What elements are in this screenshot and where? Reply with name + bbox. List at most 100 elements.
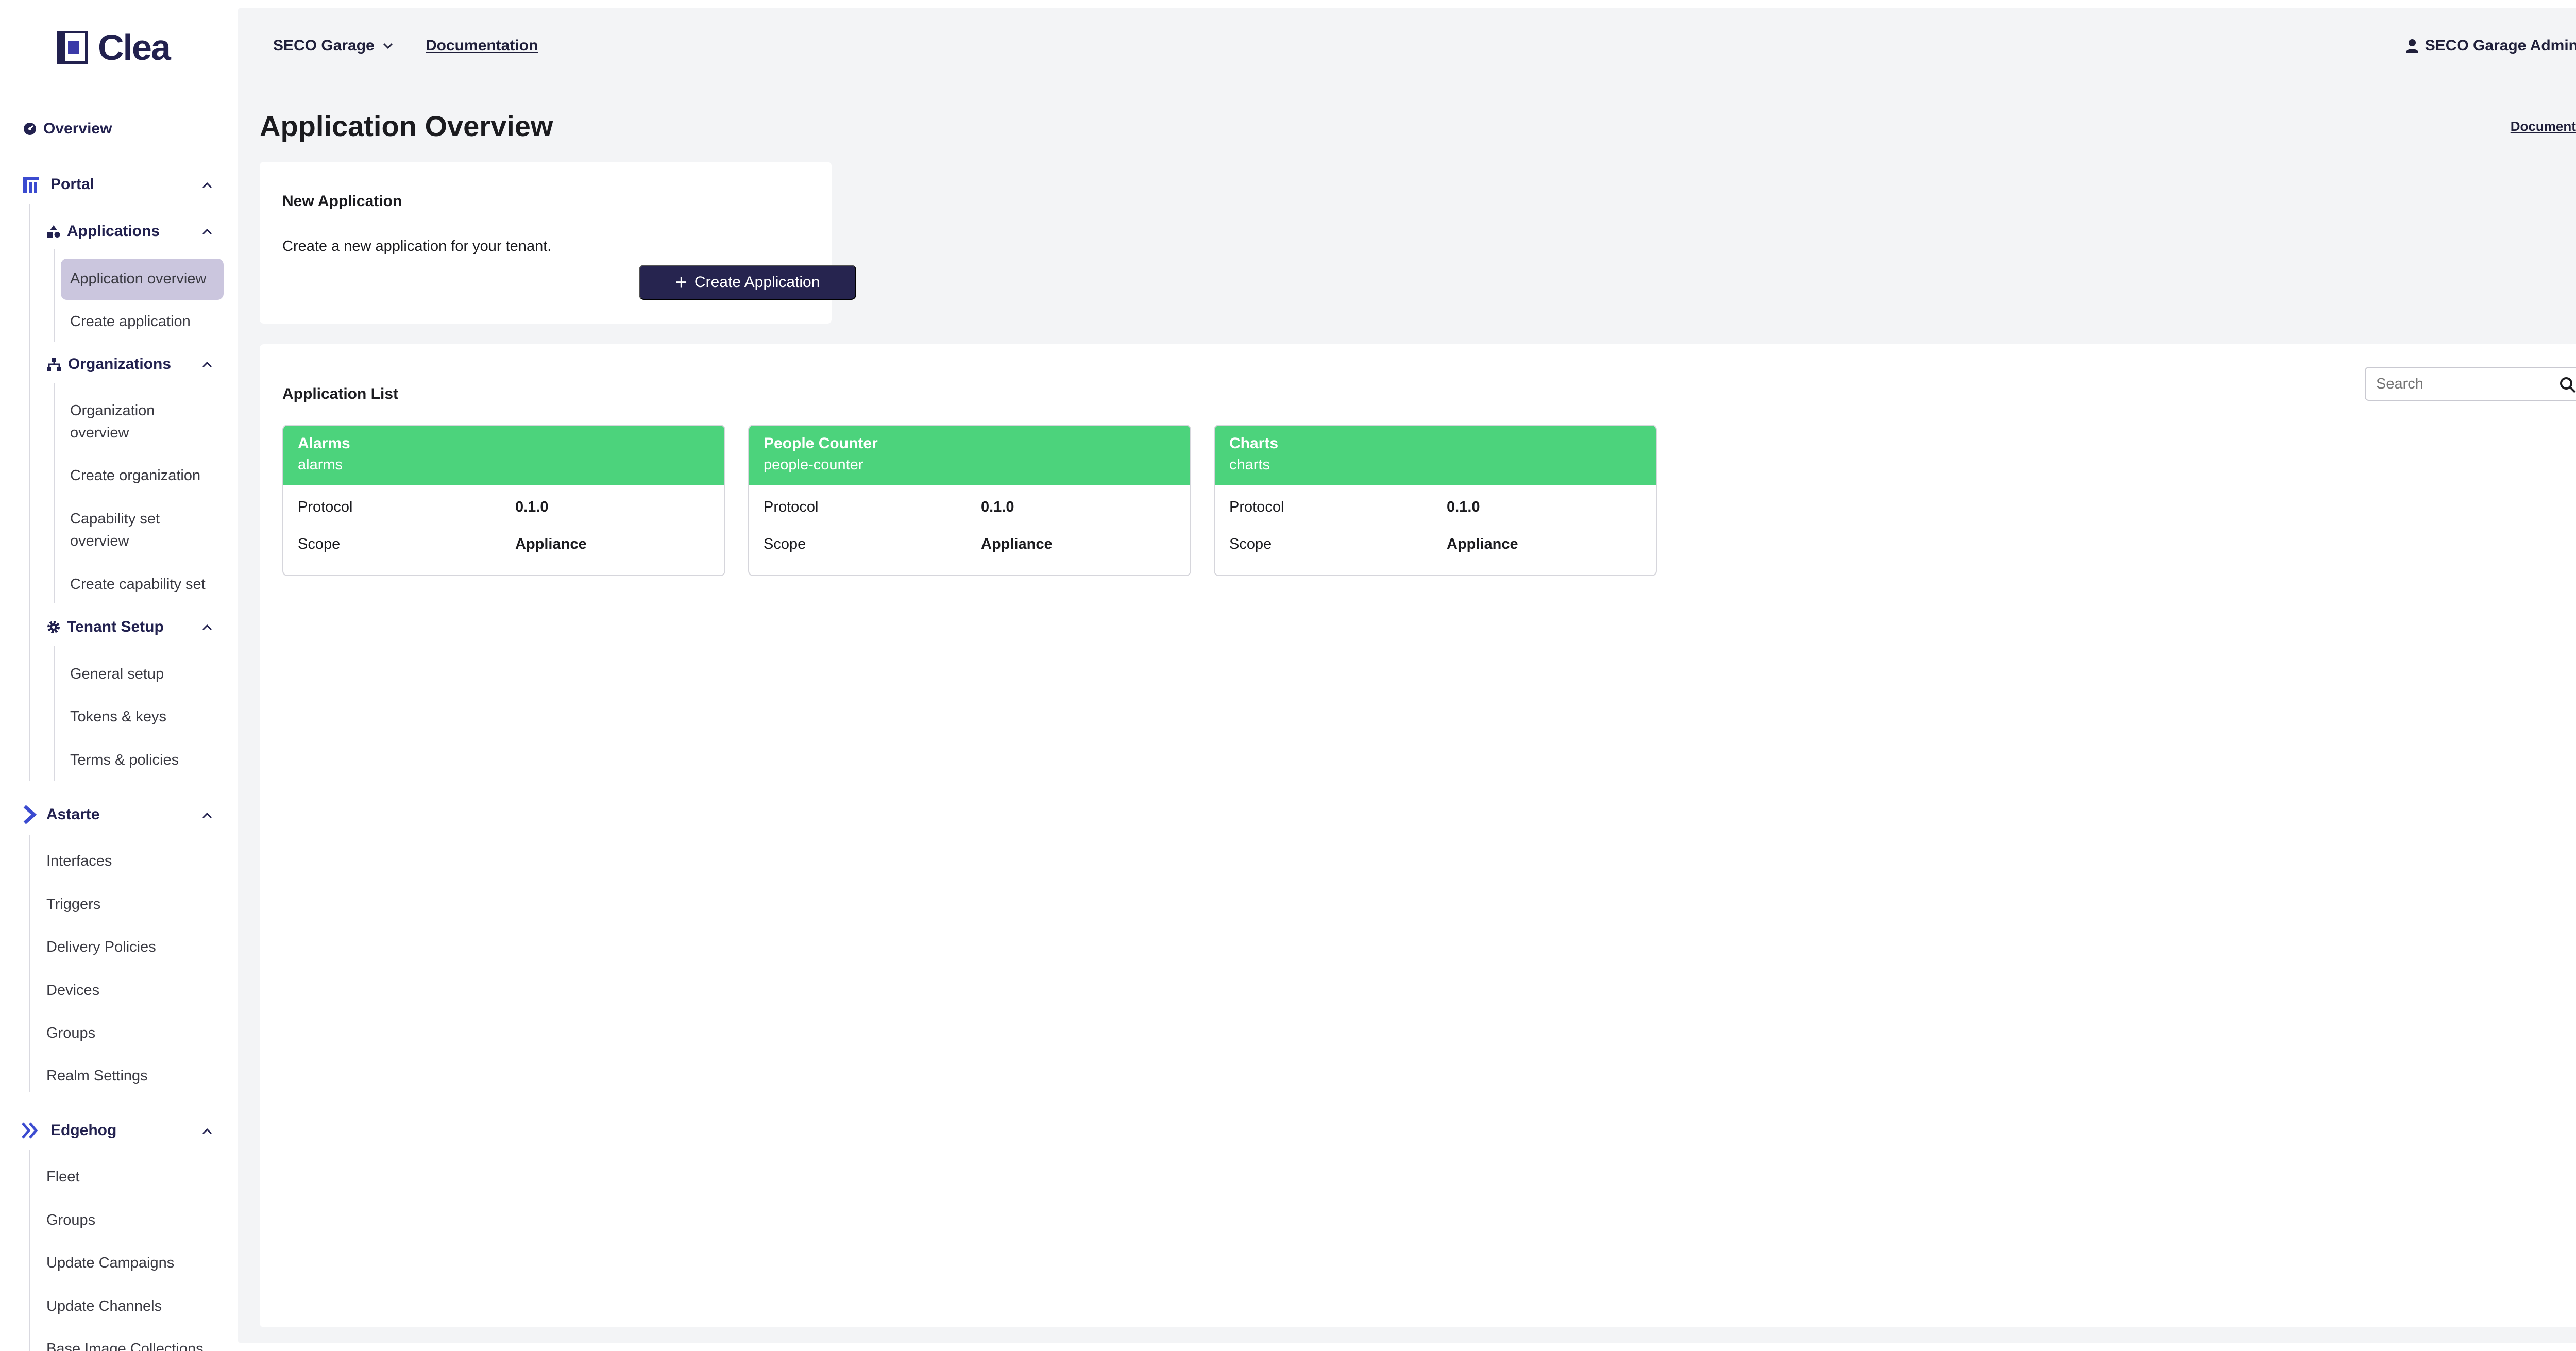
sidebar-section-tenant-setup[interactable]: Tenant Setup: [46, 618, 164, 636]
protocol-label: Protocol: [298, 499, 353, 515]
user-icon: [2405, 39, 2418, 53]
sidebar-item-groups[interactable]: Groups: [46, 1022, 95, 1044]
application-card-header: Alarms alarms: [283, 426, 724, 485]
tenant-selector[interactable]: SECO Garage: [273, 37, 394, 55]
astarte-icon: [22, 805, 37, 824]
sidebar-item-general-setup[interactable]: General setup: [70, 663, 164, 685]
sidebar-item-tokens-keys[interactable]: Tokens & keys: [70, 706, 166, 728]
sidebar-item-create-organization[interactable]: Create organization: [70, 465, 200, 487]
application-card[interactable]: Charts charts Protocol 0.1.0 Scope Appli…: [1214, 425, 1657, 576]
page-title: Application Overview: [260, 110, 553, 142]
card-description: Create a new application for your tenant…: [282, 238, 552, 255]
chevron-up-icon[interactable]: [197, 175, 217, 196]
card-title: Application List: [282, 385, 398, 402]
sidebar-item-application-overview[interactable]: Application overview: [70, 268, 206, 290]
sidebar-item-label: Tenant Setup: [67, 618, 164, 635]
application-card[interactable]: Alarms alarms Protocol 0.1.0 Scope Appli…: [282, 425, 725, 576]
sidebar-item-create-capability-set[interactable]: Create capability set: [70, 573, 206, 596]
protocol-label: Protocol: [764, 499, 819, 515]
tenant-name: SECO Garage: [273, 37, 375, 54]
clea-logo-icon: [57, 31, 88, 64]
scope-label: Scope: [298, 536, 341, 552]
application-name: Alarms: [298, 435, 350, 452]
edgehog-tree-line: [29, 1150, 30, 1351]
sidebar-item-devices[interactable]: Devices: [46, 980, 99, 1002]
sidebar-item-label: Overview: [43, 120, 112, 137]
sidebar-item-interfaces[interactable]: Interfaces: [46, 850, 112, 872]
application-slug: alarms: [298, 457, 343, 473]
logo[interactable]: Clea: [57, 27, 171, 67]
documentation-link[interactable]: Documentation: [426, 37, 538, 55]
sidebar-section-applications[interactable]: Applications: [46, 223, 160, 240]
sidebar-item-overview[interactable]: Overview: [23, 120, 112, 138]
card-title: New Application: [282, 193, 402, 210]
tenant-setup-tree-line: [54, 646, 55, 781]
protocol-value: 0.1.0: [981, 499, 1014, 515]
sidebar-section-portal[interactable]: Portal: [22, 175, 94, 194]
sitemap-icon: [46, 357, 62, 371]
sidebar-item-label: Applications: [67, 223, 160, 240]
scope-value: Appliance: [1447, 536, 1518, 552]
astarte-tree-line: [29, 835, 30, 1092]
sidebar-item-realm-settings[interactable]: Realm Settings: [46, 1065, 148, 1087]
gear-icon: [46, 620, 61, 634]
sidebar-item-delivery-policies[interactable]: Delivery Policies: [46, 936, 156, 958]
organizations-tree-line: [54, 383, 55, 603]
search-icon[interactable]: [2558, 376, 2576, 394]
sidebar-item-terms-policies[interactable]: Terms & policies: [70, 749, 179, 771]
search-field[interactable]: [2365, 367, 2576, 401]
top-bar: SECO Garage Documentation SECO Garage Ad…: [238, 8, 2576, 86]
button-label: Create Application: [694, 274, 820, 291]
edgehog-icon: [21, 1121, 41, 1140]
sidebar-section-edgehog[interactable]: Edgehog: [21, 1121, 116, 1140]
sidebar-item-label: Astarte: [46, 806, 100, 823]
sidebar-item-label: Portal: [50, 176, 95, 193]
scope-label: Scope: [1229, 536, 1272, 552]
create-application-button[interactable]: + Create Application: [639, 265, 856, 300]
chevron-up-icon[interactable]: [197, 805, 217, 826]
page-documentation-link[interactable]: Documentation: [2511, 119, 2576, 134]
protocol-value: 0.1.0: [1447, 499, 1480, 515]
protocol-value: 0.1.0: [515, 499, 549, 515]
main-content: SECO Garage Documentation SECO Garage Ad…: [238, 8, 2576, 1343]
search-input[interactable]: [2376, 373, 2551, 395]
chevron-up-icon[interactable]: [197, 617, 217, 638]
protocol-label: Protocol: [1229, 499, 1284, 515]
application-name: Charts: [1229, 435, 1279, 452]
chevron-up-icon[interactable]: [197, 222, 217, 242]
sidebar-item-label: Edgehog: [50, 1122, 117, 1139]
chevron-up-icon[interactable]: [197, 1121, 217, 1142]
sidebar: Clea Overview Portal Applications Applic…: [0, 0, 238, 1351]
scope-value: Appliance: [981, 536, 1053, 552]
application-slug: charts: [1229, 457, 1270, 473]
brand-name: Clea: [98, 27, 171, 67]
sidebar-item-update-channels[interactable]: Update Channels: [46, 1295, 162, 1318]
application-name: People Counter: [764, 435, 878, 452]
sidebar-item-update-campaigns[interactable]: Update Campaigns: [46, 1252, 174, 1274]
application-card[interactable]: People Counter people-counter Protocol 0…: [748, 425, 1191, 576]
sidebar-item-capability-set-overview[interactable]: Capability set overview: [70, 508, 204, 552]
user-name: SECO Garage Admin: [2425, 37, 2576, 54]
shapes-icon: [46, 224, 61, 239]
sidebar-item-organization-overview[interactable]: Organization overview: [70, 400, 204, 444]
application-card-header: People Counter people-counter: [749, 426, 1190, 485]
sidebar-item-groups[interactable]: Groups: [46, 1209, 95, 1231]
portal-tree-line: [29, 204, 30, 781]
sidebar-section-astarte[interactable]: Astarte: [22, 805, 99, 824]
plus-icon: +: [675, 271, 687, 294]
applications-tree-line: [54, 249, 55, 342]
sidebar-item-label: Organizations: [68, 356, 172, 373]
sidebar-item-triggers[interactable]: Triggers: [46, 893, 100, 916]
chevron-down-icon: [383, 43, 393, 49]
user-menu[interactable]: SECO Garage Admin: [2405, 37, 2576, 55]
sidebar-item-base-image-collections[interactable]: Base Image Collections: [46, 1338, 204, 1351]
application-slug: people-counter: [764, 457, 863, 473]
scope-value: Appliance: [515, 536, 587, 552]
sidebar-section-organizations[interactable]: Organizations: [46, 356, 171, 373]
chevron-up-icon[interactable]: [197, 354, 217, 375]
sidebar-item-create-application[interactable]: Create application: [70, 311, 191, 333]
scope-label: Scope: [764, 536, 806, 552]
dashboard-icon: [23, 122, 37, 136]
application-card-header: Charts charts: [1215, 426, 1656, 485]
sidebar-item-fleet[interactable]: Fleet: [46, 1166, 79, 1188]
